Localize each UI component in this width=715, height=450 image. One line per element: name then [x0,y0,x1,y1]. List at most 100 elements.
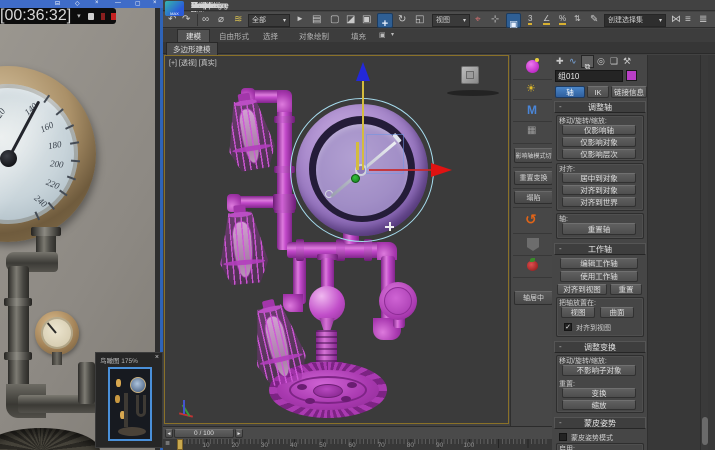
ref-coordinate-dropdown[interactable]: 视图 ▾ [432,14,470,27]
align-to-object-button[interactable]: 对齐到对象 [562,185,636,195]
model-glass-bulb[interactable] [309,286,345,322]
reset-transform-button[interactable]: 变换 [562,388,636,398]
mirror-icon[interactable]: ⋈ [671,14,681,25]
adjust-pivot-rollout-header[interactable]: - 调整轴 [554,101,646,113]
camera-icon[interactable] [88,13,94,20]
reset-scale-button[interactable]: 缩放 [562,400,636,410]
overlay-control-icon[interactable]: ⊟ [55,0,60,7]
center-to-object-button[interactable]: 居中到对象 [562,173,636,183]
select-object-icon[interactable]: ► [296,14,304,23]
align-to-world-button[interactable]: 对齐到世界 [562,197,636,207]
link-info-tab-button[interactable]: 链接信息 [611,86,647,98]
chevron-down-icon[interactable]: ▾ [391,31,394,38]
gizmo-x-arrow[interactable] [431,163,452,177]
overlay-control-icon[interactable]: ▢ [135,0,141,7]
percent-snap-icon[interactable]: % [559,14,566,25]
ribbon-more-icon[interactable]: ▣ [379,31,386,39]
birdseye-thumbnail[interactable] [108,367,152,441]
pivot-tab-button[interactable]: 轴 [555,86,585,98]
gizmo-x-axis[interactable] [369,169,431,171]
reset-xform-button[interactable]: 重置变换 [514,171,553,185]
overlay-control-icon[interactable]: × [153,0,157,6]
gizmo-y-handle[interactable] [351,174,360,183]
uv-loop-icon[interactable]: ↺ [525,211,537,228]
grid-icon[interactable]: ▦ [527,125,536,136]
snap-toggle-icon[interactable]: 3 [528,14,532,25]
ribbon-tab-object-paint[interactable]: 对象绘制 [299,31,329,42]
gizmo-z-arrow[interactable] [356,62,370,81]
viewport[interactable]: [+] [透视] [真实] [164,55,509,424]
select-manipulate-icon[interactable]: ⊹ [491,14,499,25]
birdseye-window[interactable]: 鸟瞰图 175% × [95,352,163,448]
create-tab-icon[interactable]: ✚ [556,56,564,67]
object-name-field[interactable] [555,70,623,82]
overlay-control-icon[interactable]: — [115,0,121,6]
align-icon[interactable]: ≡ [685,14,691,25]
object-color-swatch[interactable] [626,70,637,81]
scale-icon[interactable]: ◱ [415,14,424,25]
named-sets-dropdown[interactable]: 创建选择集 ▾ [604,14,666,27]
scrollbar-thumb[interactable] [702,417,708,445]
link-icon[interactable]: ∞ [202,14,209,25]
cage-lamp[interactable] [222,97,278,173]
render-sphere-icon[interactable] [526,60,539,73]
affect-pivot-mode-button[interactable]: 影响轴模式切 [514,148,553,163]
move-tool-button[interactable]: + [377,13,393,28]
close-icon[interactable]: × [155,354,159,361]
layers-icon[interactable]: ≣ [699,14,707,25]
edit-working-pivot-button[interactable]: 编辑工作轴 [560,258,638,269]
reset-button[interactable]: 重置 [610,284,642,295]
berry-icon[interactable] [527,261,538,271]
cage-lamp[interactable] [245,301,311,388]
select-by-name-icon[interactable]: ▤ [312,14,321,25]
align-to-view-checkbox[interactable]: ✓ [564,323,572,331]
collapse-button[interactable]: 塌陷 [514,191,553,204]
affect-hierarchy-only-button[interactable]: 仅影响层次 [562,149,636,159]
unlink-icon[interactable]: ⌀ [218,14,224,25]
ribbon-tab-freeform[interactable]: 自由形式 [219,31,249,42]
gizmo-z-axis[interactable] [362,80,364,170]
working-pivot-rollout-header[interactable]: - 工作轴 [554,243,646,255]
selection-filter-dropdown[interactable]: 全部 ▾ [248,14,290,27]
crossing-region-icon[interactable]: ◪ [346,14,355,25]
menu-item[interactable]: Ornatrix [191,1,219,10]
surface-button[interactable]: 曲面 [600,307,634,318]
dont-affect-children-button[interactable]: 不影响子对象 [562,365,636,376]
prev-frame-button[interactable]: ◄ [165,429,173,438]
next-frame-button[interactable]: ► [235,429,243,438]
keyboard-override-button[interactable]: ▣ [506,13,521,28]
scene-cube[interactable] [461,66,479,84]
angle-snap-icon[interactable]: ∠ [543,14,550,25]
skin-pose-mode-checkbox[interactable] [559,433,567,441]
use-pivot-center-icon[interactable]: ⌖ [475,14,481,25]
m-plugin-icon[interactable]: M [527,103,537,117]
motion-tab-icon[interactable]: ◎ [597,56,605,67]
record-icon[interactable] [101,13,106,20]
panel-scrollbar[interactable] [700,55,708,450]
app-logo[interactable]: MAX [165,1,184,16]
track-bar[interactable]: ≣ 102030405060708090100 [163,439,552,450]
modify-tab-icon[interactable]: ∿ [569,56,577,67]
align-to-view-button[interactable]: 对齐到视图 [557,284,607,295]
utilities-tab-icon[interactable]: ⚒ [623,56,631,67]
affect-pivot-only-button[interactable]: 仅影响轴 [562,125,636,135]
gizmo-plane-handle[interactable] [356,142,359,170]
center-pivot-button[interactable]: 轴居中 [514,291,553,305]
ribbon-tab-populate[interactable]: 填充 [351,31,366,42]
use-working-pivot-button[interactable]: 使用工作轴 [560,271,638,282]
reset-pivot-button[interactable]: 重置轴 [562,223,636,235]
redo-icon[interactable]: ↷ [182,14,190,25]
hierarchy-tab-icon[interactable]: ⧉ [581,55,594,68]
ribbon-tab-modeling[interactable]: 建模 [177,29,210,43]
ik-tab-button[interactable]: IK [587,86,609,98]
rect-region-icon[interactable]: ▢ [330,14,339,25]
badge-icon[interactable] [527,238,539,251]
bind-spacewarp-icon[interactable]: ≋ [234,14,242,25]
sun-icon[interactable]: ☀ [526,82,536,95]
recorder-dropdown-icon[interactable]: ▾ [77,12,81,20]
edit-named-sets-icon[interactable]: ✎ [590,14,598,25]
viewport-label[interactable]: [+] [透视] [真实] [169,58,217,68]
ribbon-tab-selection[interactable]: 选择 [263,31,278,42]
overlay-control-icon[interactable]: × [95,0,99,6]
view-button[interactable]: 视图 [561,307,595,318]
